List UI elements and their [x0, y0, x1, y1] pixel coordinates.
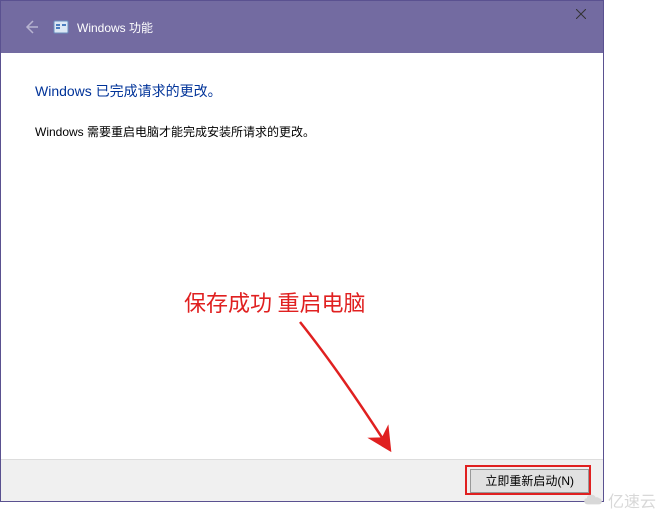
dialog-window: Windows 功能 Windows 已完成请求的更改。 Windows 需要重…: [0, 0, 604, 502]
content-area: Windows 已完成请求的更改。 Windows 需要重启电脑才能完成安装所请…: [1, 53, 603, 140]
titlebar: Windows 功能: [1, 1, 603, 53]
close-icon: [576, 9, 586, 19]
back-arrow-icon[interactable]: [19, 15, 43, 39]
restart-now-button[interactable]: 立即重新启动(N): [470, 469, 589, 493]
windows-features-icon: [53, 19, 69, 35]
dialog-heading: Windows 已完成请求的更改。: [35, 81, 569, 101]
dialog-body-text: Windows 需要重启电脑才能完成安装所请求的更改。: [35, 123, 569, 140]
window-title: Windows 功能: [77, 19, 153, 36]
close-button[interactable]: [558, 0, 604, 28]
watermark-text: 亿速云: [608, 488, 656, 512]
dialog-footer: 立即重新启动(N): [1, 459, 603, 501]
